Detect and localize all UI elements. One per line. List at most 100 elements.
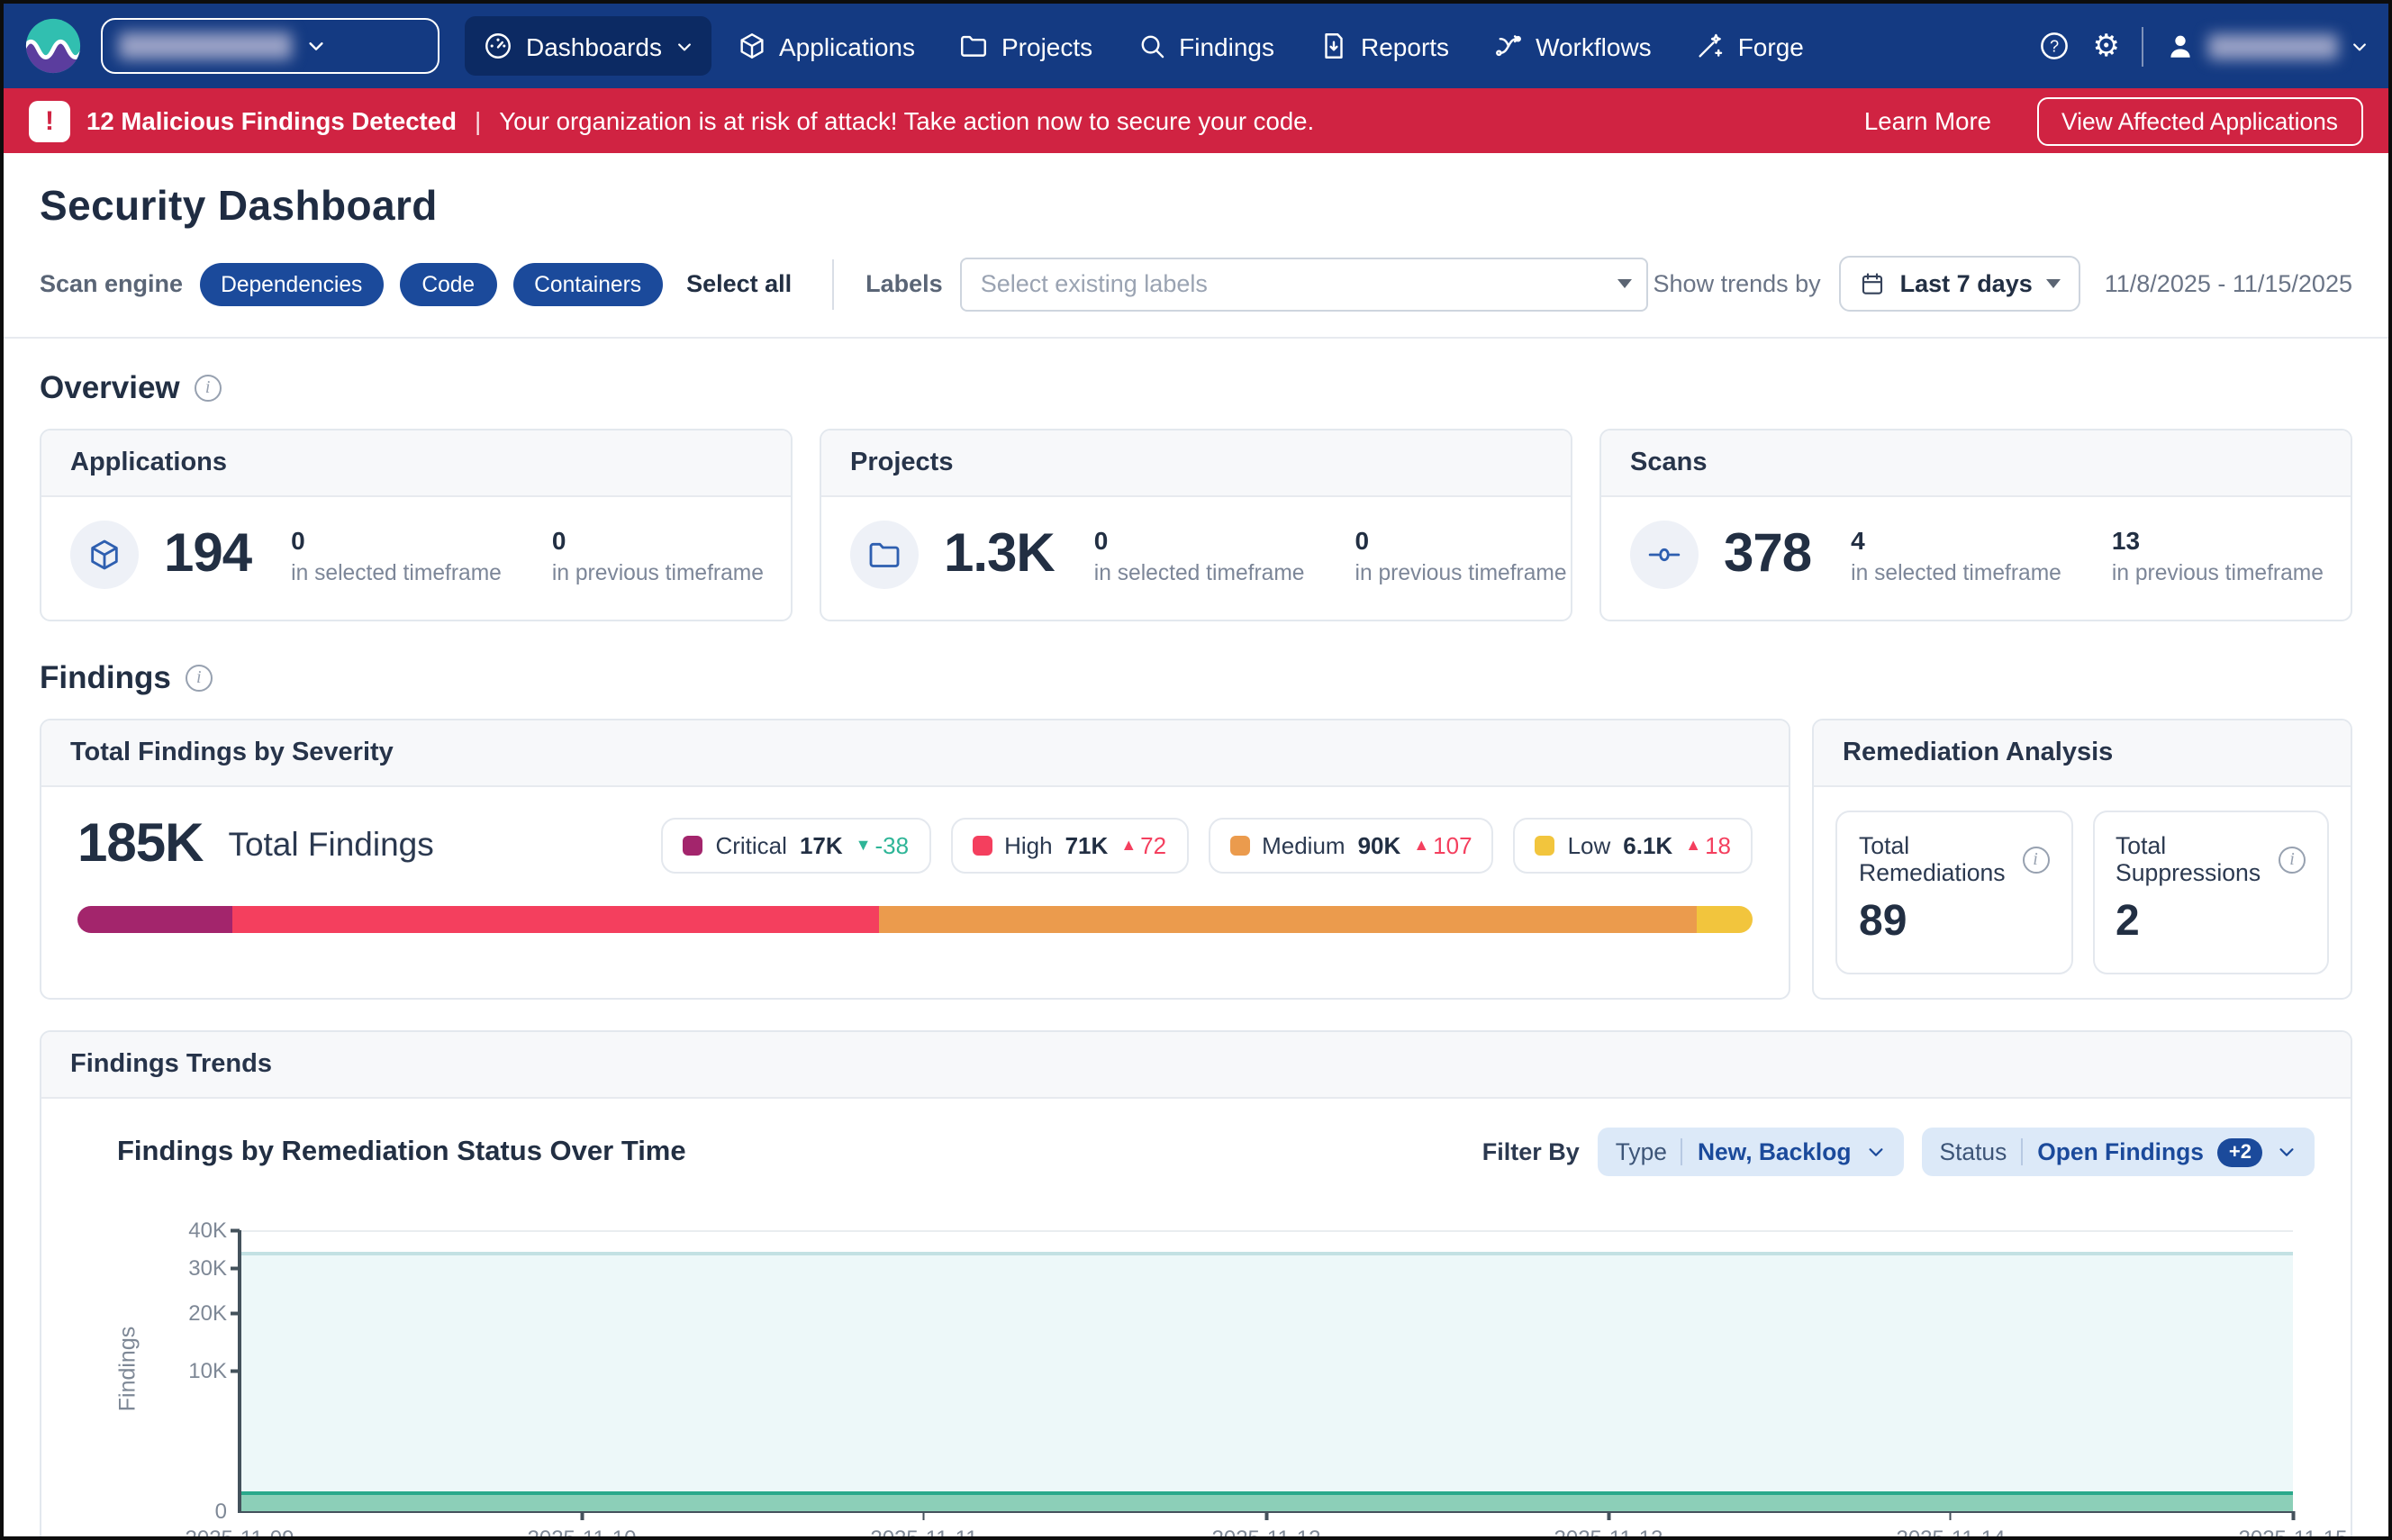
bar-segment-medium[interactable]: [880, 906, 1698, 933]
dropdown-caret-icon[interactable]: [1618, 278, 1633, 287]
overview-heading: Overview: [40, 369, 180, 407]
projects-card: Projects 1.3K 0 in selected timeframe 0: [820, 429, 1572, 621]
severity-swatch: [972, 835, 992, 855]
wand-icon: [1695, 31, 1726, 61]
user-name-redacted-text: [2208, 33, 2338, 59]
view-affected-applications-button[interactable]: View Affected Applications: [2036, 96, 2363, 145]
cube-icon: [736, 31, 766, 61]
total-findings-value: 185K: [77, 814, 203, 875]
info-icon[interactable]: [2279, 846, 2306, 873]
nav-label: Projects: [1001, 32, 1092, 60]
trend-indicator: ▼-38: [856, 831, 909, 858]
x-tick-label: 2025-11-12: [1212, 1526, 1321, 1536]
total-suppressions-value: 2: [2116, 897, 2306, 947]
chevron-down-icon: [306, 36, 326, 56]
learn-more-link[interactable]: Learn More: [1864, 107, 1991, 134]
show-trends-by-label: Show trends by: [1654, 270, 1821, 297]
nav-forge[interactable]: Forge: [1677, 16, 1822, 76]
trend-range-value: Last 7 days: [1900, 270, 2033, 297]
trend-up-icon: ▲: [1685, 837, 1701, 853]
y-tick-label: 10K: [188, 1359, 227, 1384]
banner-title: 12 Malicious Findings Detected: [86, 107, 457, 134]
date-range-text: 11/8/2025 - 11/15/2025: [2105, 270, 2352, 297]
trend-up-icon: ▲: [1413, 837, 1429, 853]
banner-separator: |: [475, 106, 481, 135]
calendar-icon: [1859, 270, 1886, 297]
dropdown-caret-icon: [2047, 279, 2061, 288]
x-tick-label: 2025-11-14: [1896, 1526, 2005, 1536]
card-title: Total Findings by Severity: [41, 720, 1789, 787]
scan-engine-label: Scan engine: [40, 270, 183, 297]
y-tick-label: 0: [215, 1499, 227, 1524]
bar-segment-high[interactable]: [231, 906, 880, 933]
nav-findings[interactable]: Findings: [1118, 16, 1292, 76]
info-icon[interactable]: [2022, 846, 2049, 873]
bar-segment-low[interactable]: [1698, 906, 1753, 933]
findings-trends-card: Findings Trends Findings by Remediation …: [40, 1030, 2352, 1536]
bar-segment-critical[interactable]: [77, 906, 231, 933]
chart-title: Findings by Remediation Status Over Time: [117, 1136, 686, 1168]
svg-text:?: ?: [2049, 37, 2058, 55]
nav-divider: [2142, 26, 2143, 66]
nav-reports[interactable]: Reports: [1300, 16, 1467, 76]
mend-logo-icon: [23, 16, 83, 76]
engine-pill-code[interactable]: Code: [400, 262, 496, 305]
gridline: [240, 1230, 2293, 1232]
settings-gear-icon[interactable]: ⚙: [2093, 31, 2121, 61]
org-selector[interactable]: [101, 18, 439, 74]
chevron-down-icon: [2351, 37, 2369, 55]
severity-stacked-bar: [77, 906, 1753, 933]
y-tick-label: 30K: [188, 1256, 227, 1282]
status-filter-select[interactable]: Status Open Findings +2: [1922, 1128, 2315, 1176]
severity-swatch: [1229, 835, 1249, 855]
user-menu[interactable]: [2165, 31, 2369, 61]
cube-icon: [70, 521, 139, 589]
overview-cards: Applications 194 0 in selected timeframe…: [40, 429, 2352, 621]
engine-pill-containers[interactable]: Containers: [512, 262, 663, 305]
trend-range-group: Show trends by Last 7 days 11/8/2025 - 1…: [1654, 256, 2352, 312]
type-filter-select[interactable]: Type New, Backlog: [1598, 1128, 1904, 1176]
select-all-link[interactable]: Select all: [686, 270, 792, 297]
chevron-down-icon: [675, 37, 693, 55]
gauge-icon: [483, 31, 513, 61]
security-dashboard-window: Dashboards Applications Projects Finding…: [0, 0, 2392, 1540]
nav-dashboards[interactable]: Dashboards: [465, 16, 711, 76]
severity-chip-low[interactable]: Low 6.1K ▲18: [1514, 817, 1753, 873]
x-tick-label: 2025-11-09: [186, 1526, 294, 1536]
severity-chip-medium[interactable]: Medium 90K ▲107: [1208, 817, 1493, 873]
x-tick-label: 2025-11-10: [528, 1526, 637, 1536]
primary-nav: Dashboards Applications Projects Finding…: [465, 16, 1822, 76]
severity-chip-critical[interactable]: Critical 17K ▼-38: [661, 817, 930, 873]
card-title: Scans: [1601, 430, 2351, 497]
warning-icon: !: [29, 100, 70, 141]
previous-timeframe-stat: 0 in previous timeframe: [1355, 525, 1567, 584]
severity-chips: Critical 17K ▼-38 High 71K ▲72: [661, 817, 1753, 873]
projects-count: 1.3K: [944, 524, 1055, 585]
y-tick-label: 40K: [188, 1218, 227, 1243]
nav-applications[interactable]: Applications: [718, 16, 933, 76]
findings-heading: Findings: [40, 659, 171, 697]
overview-section-header: Overview: [40, 369, 2352, 407]
filter-row: Scan engine Dependencies Code Containers…: [40, 256, 2352, 312]
trend-indicator: ▲72: [1120, 831, 1166, 858]
suppressions-area: [240, 1491, 2293, 1511]
help-icon[interactable]: ?: [2037, 29, 2071, 63]
info-icon[interactable]: [195, 375, 222, 402]
trend-indicator: ▲18: [1685, 831, 1731, 858]
nav-projects[interactable]: Projects: [940, 16, 1110, 76]
card-title: Applications: [41, 430, 791, 497]
nav-workflows[interactable]: Workflows: [1474, 16, 1670, 76]
total-suppressions-box: Total Suppressions 2: [2092, 811, 2329, 974]
x-tick-label: 2025-11-15: [2239, 1526, 2348, 1536]
remediation-status-chart: Findings 40K 30K 20K 10K: [204, 1230, 2293, 1511]
trend-range-select[interactable]: Last 7 days: [1839, 256, 2081, 312]
info-icon[interactable]: [186, 665, 213, 692]
severity-chip-high[interactable]: High 71K ▲72: [950, 817, 1188, 873]
engine-pill-dependencies[interactable]: Dependencies: [199, 262, 384, 305]
severity-swatch: [1536, 835, 1555, 855]
labels-input[interactable]: [961, 257, 1649, 311]
malicious-findings-alert-banner: ! 12 Malicious Findings Detected | Your …: [4, 88, 2388, 153]
severity-swatch: [683, 835, 702, 855]
card-title: Remediation Analysis: [1814, 720, 2351, 787]
status-filter-count-badge: +2: [2218, 1137, 2262, 1166]
